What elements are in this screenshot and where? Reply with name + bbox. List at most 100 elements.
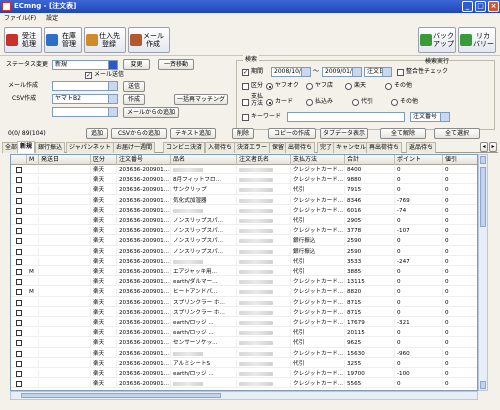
column-header[interactable]: 値引 [443,155,477,165]
mail-template-select[interactable] [52,81,118,91]
table-row[interactable]: 楽天 203636-200901... センサーソケッ... 代引 9625 0 0 [11,339,477,348]
tab-awaiting-shipment[interactable]: 出荷待ち [285,142,316,153]
bulk-rematch-button[interactable]: 一括再マッチング [174,94,228,105]
table-row[interactable]: 楽天 203636-200901... ノンスリップスパ... クレジットカード...… [11,227,477,236]
row-checkbox[interactable] [16,320,22,326]
date-field-select[interactable]: 注文日 [364,67,392,77]
status-select[interactable]: 新規 [52,60,118,70]
order-processing-button[interactable]: 受注 処理 [4,27,42,53]
column-header[interactable] [11,155,27,165]
tab-convenience-store[interactable]: コンビニ決済 [163,142,206,153]
row-checkbox[interactable] [16,177,22,184]
close-button[interactable]: × [488,1,499,12]
table-row[interactable]: M 楽天 203636-200901... ヒートアンドパ... クレジットカード...… [11,288,477,297]
row-checkbox[interactable] [16,167,22,173]
table-row[interactable]: 楽天 203636-200901... ノンスリップスパ... 銀行振込 2590 0 0 [11,247,477,256]
scroll-up-button[interactable] [480,156,486,164]
row-checkbox[interactable] [16,197,22,204]
row-checkbox[interactable] [16,218,22,224]
row-checkbox[interactable] [16,371,22,377]
table-row[interactable]: 楽天 203636-200901... 気化式加湿器 クレジットカード... 8346-… [11,196,477,205]
mail-create-button[interactable]: メール 作成 [128,27,170,53]
maximize-button[interactable]: □ [475,1,486,12]
inventory-button[interactable]: 在庫 管理 [44,27,82,53]
table-row[interactable]: M 楽天 203636-200901... エアジャッキ用... 代引 3885 0 0 [11,268,477,277]
table-row[interactable]: 楽天 203636-200901... サンクリップ 代引 7915 0 0 [11,186,477,195]
tab-payment-error[interactable]: 決済エラー [234,142,271,153]
category-other-radio[interactable] [385,83,392,90]
minimize-button[interactable]: _ [462,1,473,12]
table-row[interactable]: 楽天 203636-200901... スプリンクラー ホ... クレジットカード..… [11,298,477,307]
table-row[interactable]: 楽天 203636-200901... クレジットカード... 6016 -74 0 [11,206,477,215]
keyword-field-select[interactable]: 注文番号 [410,112,450,122]
horizontal-scroll-thumb[interactable] [21,393,221,398]
row-checkbox[interactable] [16,299,22,306]
table-row[interactable]: 楽天 203636-200901... 8月フィットフロ... クレジットカード...… [11,176,477,185]
deselect-all-button[interactable]: 全て解除 [380,128,426,139]
table-row[interactable]: 楽天 203636-200901... earth/ダルマー... クレジットカード.… [11,278,477,287]
menu-settings[interactable]: 設定 [46,15,58,22]
row-checkbox[interactable] [16,340,22,347]
date-from-picker[interactable]: 2008/10/2 [271,67,311,77]
category-rakuten-radio[interactable] [345,83,352,90]
date-to-picker[interactable]: 2009/01/2 [322,67,362,77]
column-header[interactable]: 支払方法 [291,155,345,165]
table-row[interactable]: 楽天 203636-200901... earth/ロッジ ... クレジットカード.… [11,319,477,328]
supplier-register-button[interactable]: 仕入先 登録 [84,27,126,53]
add-button[interactable]: 追加 [86,128,108,139]
row-checkbox[interactable] [16,238,22,245]
table-row[interactable]: 楽天 203636-200901... アルミシートS 代引 3255 0 0 [11,359,477,368]
column-header[interactable]: 注文番号 [117,155,171,165]
column-header[interactable]: 注文者氏名 [237,155,291,165]
vertical-scrollbar[interactable] [478,154,488,391]
row-checkbox[interactable] [16,381,22,388]
horizontal-scrollbar[interactable] [10,391,478,400]
row-checkbox[interactable] [16,309,22,316]
keyword-checkbox[interactable] [242,114,249,121]
menu-file[interactable]: ファイル(F) [4,15,36,22]
payment-transfer-radio[interactable] [306,99,313,106]
payment-cod-radio[interactable] [352,99,359,106]
table-row[interactable]: 楽天 203636-200901... ノンスリップスパ... 代引 2905 0 0 [11,217,477,226]
tab-delivery-week[interactable]: お届け一週間 [113,142,156,153]
add-from-mail-button[interactable]: メールからの追加 [123,107,179,118]
row-checkbox[interactable] [16,279,22,286]
bulk-move-button[interactable]: 一斉移動 [158,59,194,70]
search-run-button[interactable]: 検索実行 [425,57,449,67]
column-header[interactable]: M [27,155,39,165]
tab-data-display-button[interactable]: タブデータ表示 [320,128,368,139]
table-row[interactable]: 楽天 203636-200901... クレジットカード... 15630 -960 0 [11,349,477,358]
add-from-csv-button[interactable]: CSVからの追加 [111,128,167,139]
row-checkbox[interactable] [16,269,22,275]
row-checkbox[interactable] [16,289,22,296]
column-header[interactable]: ポイント [395,155,443,165]
row-checkbox[interactable] [16,248,22,255]
scroll-down-button[interactable] [480,381,486,389]
add-text-button[interactable]: テキスト追加 [170,128,216,139]
table-row[interactable]: 楽天 203636-200901... ノンスリップスパ... 銀行振込 2590 0 0 [11,237,477,246]
tab-scroll-right-button[interactable]: ▸ [489,142,497,152]
table-row[interactable]: 楽天 203636-200901... クレジットカード... 5565 0 0 [11,380,477,389]
table-row[interactable]: 楽天 203636-200901... earth/ロッジ ... クレジットカード.… [11,370,477,379]
tab-cancel[interactable]: キャンセル [333,142,370,153]
copy-create-button[interactable]: コピーの作成 [268,128,316,139]
table-row[interactable]: 楽天 203636-200901... 代引 3533 -247 0 [11,257,477,266]
row-checkbox[interactable] [16,360,22,367]
tab-return-waiting[interactable]: 返品待ち [406,142,437,153]
category-yahoo-store-radio[interactable] [306,83,313,90]
backup-button[interactable]: バック アップ [418,27,456,53]
select-all-button[interactable]: 全て選択 [434,128,480,139]
payment-card-radio[interactable] [266,99,273,106]
table-row[interactable]: 楽天 203636-200901... earth/ロッジ ... 代引 20115 0 0 [11,329,477,338]
table-row[interactable]: 楽天 203636-200901... スプリンクラー ホ... クレジットカード..… [11,308,477,317]
column-header[interactable]: 区分 [91,155,117,165]
change-button[interactable]: 変更 [123,59,150,70]
delete-button[interactable]: 削除 [232,128,254,139]
mail-send-checkbox[interactable]: ✓ [85,72,92,79]
payment-other-radio[interactable] [391,99,398,106]
payment-checkbox[interactable] [242,99,249,106]
column-header[interactable]: 発送日 [39,155,91,165]
row-checkbox[interactable] [16,258,22,265]
column-header[interactable]: 品名 [171,155,237,165]
tab-japannet[interactable]: ジャパンネット [66,142,114,153]
